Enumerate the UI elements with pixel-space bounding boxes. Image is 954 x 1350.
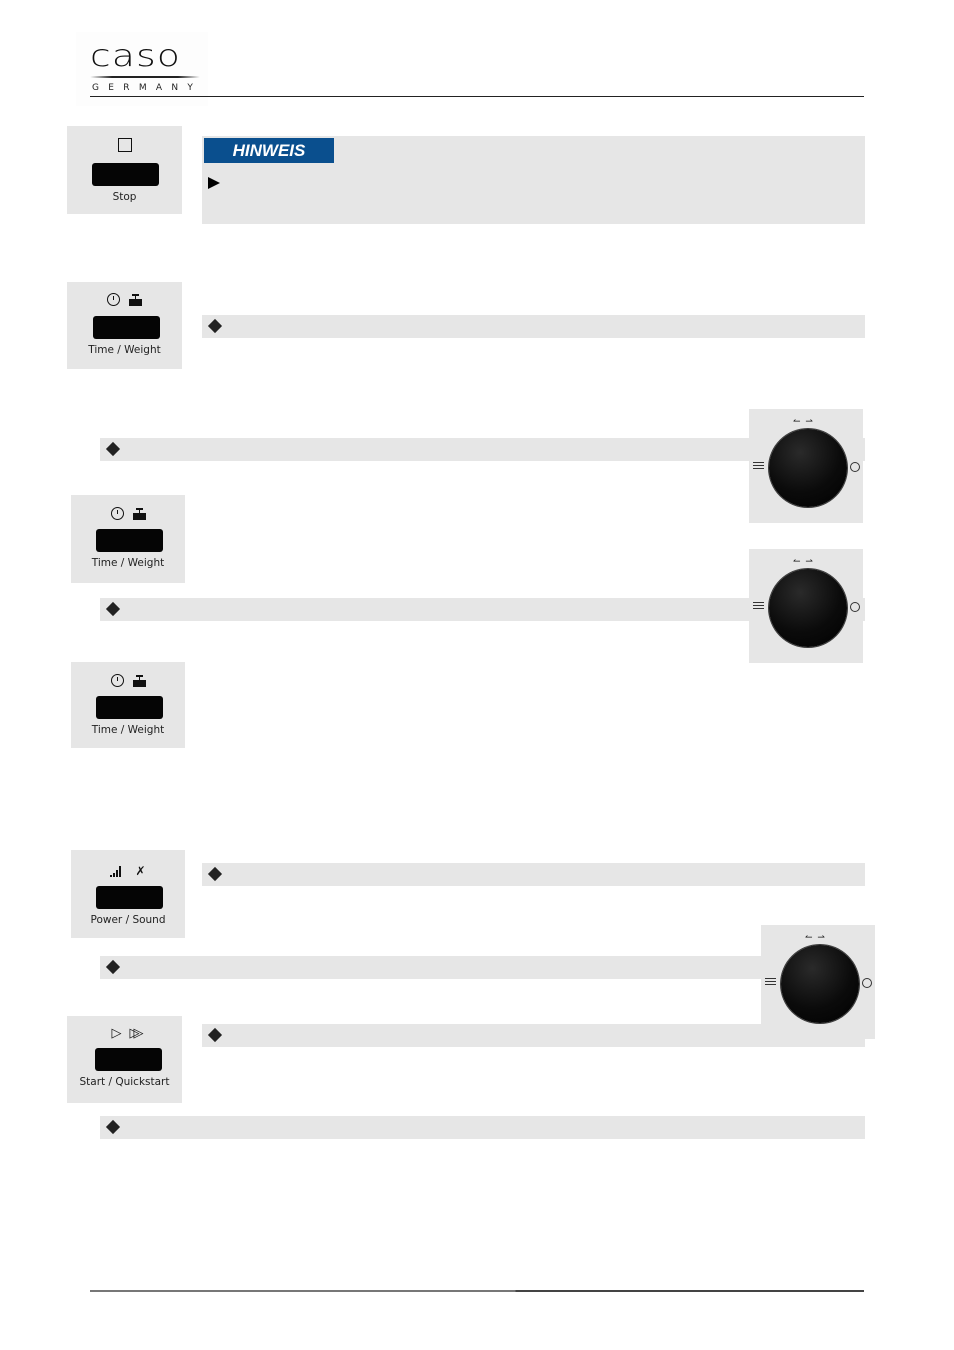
clock-icon: [862, 978, 872, 988]
bullet-bar: [202, 863, 865, 886]
bullet-bar: [100, 956, 865, 979]
rotary-knob-illustration: ↼ ⇀: [761, 925, 875, 1039]
rotary-knob-illustration: ↼ ⇀: [749, 549, 863, 663]
diamond-bullet-icon: [105, 959, 121, 975]
logo-underline: [90, 76, 200, 78]
stop-label: Stop: [112, 191, 137, 203]
rotary-knob-illustration: ↼ ⇀: [749, 409, 863, 523]
start-quickstart-key: [95, 1048, 162, 1071]
time-weight-key: [93, 316, 160, 339]
rotate-arrows-icon: ↼ ⇀: [805, 933, 826, 943]
clock-icon: [110, 507, 124, 520]
time-weight-label: Time / Weight: [91, 724, 165, 736]
logo-subtitle: GERMANY: [92, 83, 203, 93]
clock-icon: [850, 602, 860, 612]
clock-icon: [110, 674, 124, 687]
diamond-bullet-icon: [207, 866, 223, 882]
knob: [769, 569, 847, 647]
weight-icon: [132, 674, 146, 687]
power-sound-button-illustration: ✗ Power / Sound: [71, 850, 185, 938]
menu-list-icon: [765, 978, 776, 987]
stop-key: [92, 163, 159, 186]
knob: [781, 945, 859, 1023]
power-sound-key: [96, 886, 163, 909]
diamond-bullet-icon: [207, 318, 223, 334]
clock-icon: [850, 462, 860, 472]
bullet-bar: [100, 1116, 865, 1139]
time-weight-label: Time / Weight: [88, 344, 161, 356]
bullet-bar: [202, 315, 865, 338]
power-level-icon: [110, 865, 122, 877]
time-weight-key: [96, 529, 163, 552]
mute-icon: ✗: [135, 864, 146, 878]
menu-list-icon: [753, 462, 764, 471]
fast-forward-icon: ▷▷: [129, 1026, 144, 1041]
time-weight-button-illustration: Time / Weight: [71, 495, 185, 583]
hinweis-badge: HINWEIS: [204, 138, 334, 163]
weight-icon: [129, 293, 142, 306]
play-icon: ▷: [111, 1026, 122, 1041]
power-sound-label: Power / Sound: [90, 914, 166, 926]
diamond-bullet-icon: [105, 601, 121, 617]
footer-divider: [90, 1290, 864, 1292]
square-icon: [117, 138, 132, 152]
diamond-bullet-icon: [207, 1027, 223, 1043]
knob: [769, 429, 847, 507]
logo-wordmark: caso: [90, 39, 182, 74]
time-weight-label: Time / Weight: [91, 557, 165, 569]
stop-button-illustration: Stop: [67, 126, 182, 214]
time-weight-button-illustration: Time / Weight: [67, 282, 182, 369]
triangle-arrow-icon: [208, 177, 220, 189]
time-weight-key: [96, 696, 163, 719]
time-weight-button-illustration: Time / Weight: [71, 662, 185, 748]
menu-list-icon: [753, 602, 764, 611]
hinweis-note: HINWEIS: [202, 136, 865, 224]
diamond-bullet-icon: [105, 441, 121, 457]
caso-logo: caso GERMANY: [76, 32, 208, 106]
weight-icon: [132, 507, 146, 520]
header-divider: [90, 96, 864, 97]
start-quickstart-label: Start / Quickstart: [79, 1076, 170, 1088]
rotate-arrows-icon: ↼ ⇀: [793, 557, 814, 567]
clock-icon: [107, 293, 120, 306]
rotate-arrows-icon: ↼ ⇀: [793, 417, 814, 427]
start-quickstart-button-illustration: ▷ ▷▷ Start / Quickstart: [67, 1016, 182, 1103]
diamond-bullet-icon: [105, 1119, 121, 1135]
